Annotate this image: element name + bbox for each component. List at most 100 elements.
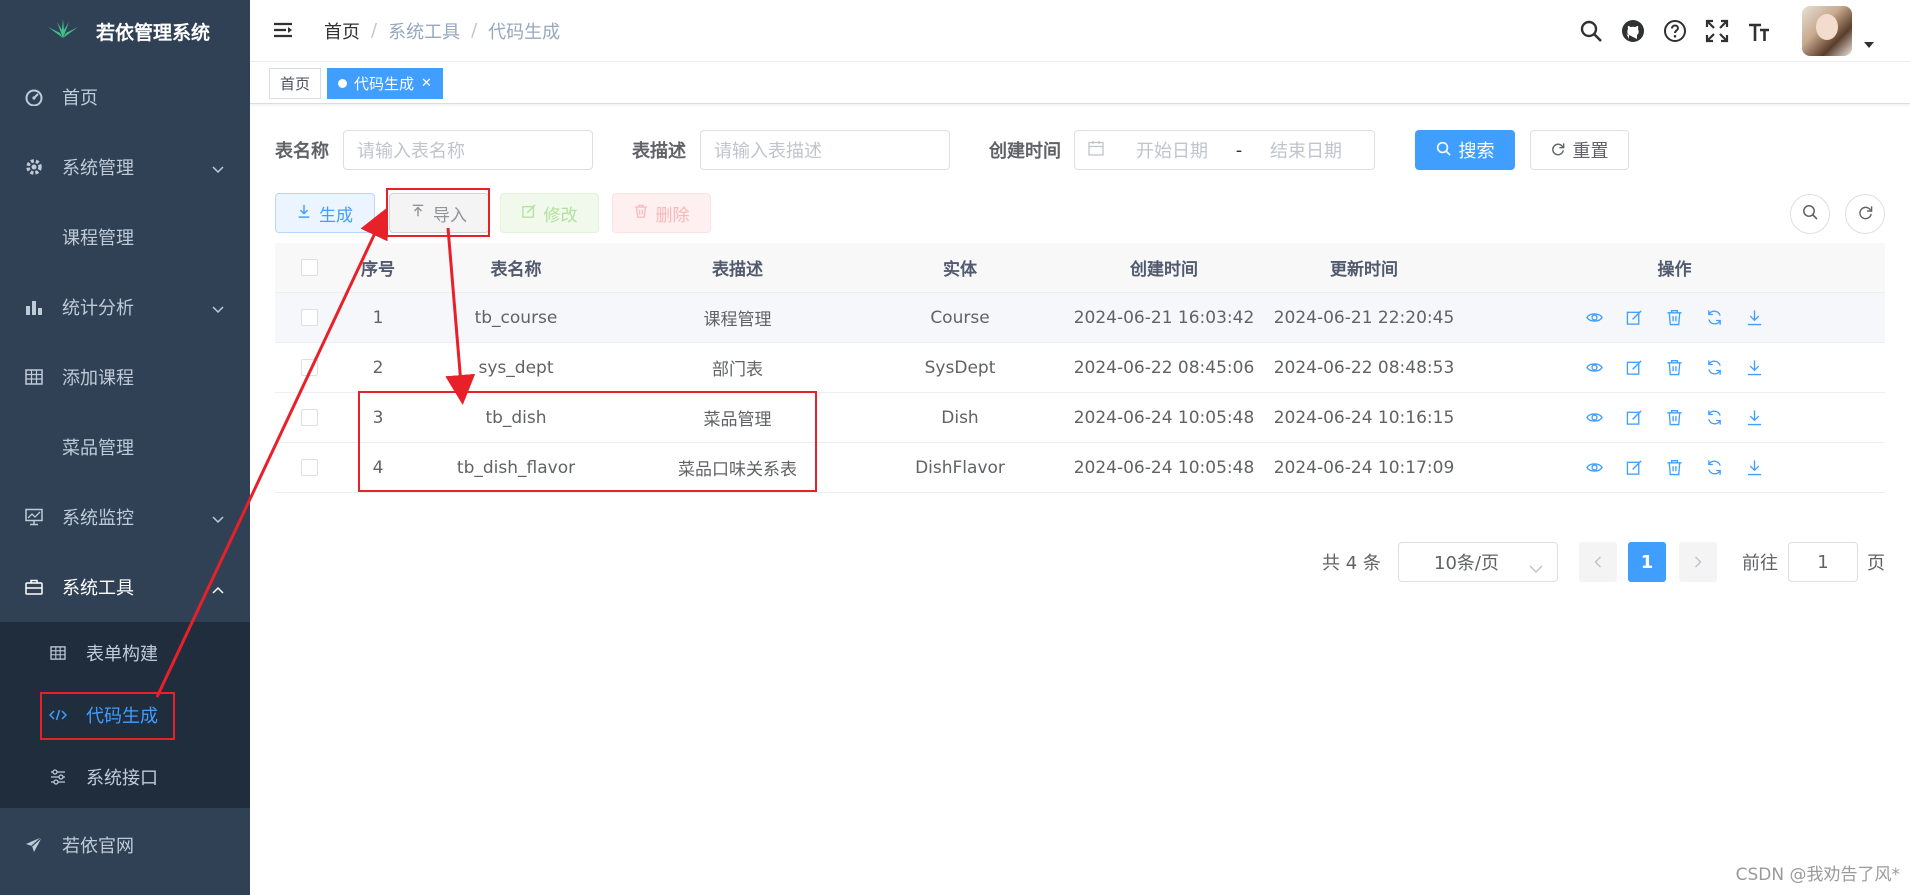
row-checkbox[interactable] xyxy=(300,309,318,326)
sliders-icon xyxy=(48,767,68,787)
download-icon[interactable] xyxy=(1746,309,1763,326)
tag-label: 首页 xyxy=(280,75,311,93)
sidebar-item-statistics[interactable]: 统计分析 xyxy=(0,272,250,342)
goto-page-input[interactable]: 1 xyxy=(1788,542,1858,582)
trash-icon[interactable] xyxy=(1666,359,1683,376)
table-name-input[interactable]: 请输入表名称 xyxy=(343,130,593,170)
active-dot-icon xyxy=(338,79,347,88)
download-icon[interactable] xyxy=(1746,459,1763,476)
edit-icon[interactable] xyxy=(1626,409,1643,426)
goto-page-value: 1 xyxy=(1817,551,1829,573)
download-icon[interactable] xyxy=(1746,359,1763,376)
row-actions xyxy=(1464,309,1885,326)
pagination-total: 共 4 条 xyxy=(1322,553,1381,574)
sync-icon[interactable] xyxy=(1706,359,1723,376)
create-time-label: 创建时间 xyxy=(989,141,1061,162)
chevron-down-icon xyxy=(212,508,224,529)
edit-button[interactable]: 修改 xyxy=(500,193,599,233)
trash-icon[interactable] xyxy=(1666,409,1683,426)
column-header: 实体 xyxy=(943,260,977,280)
sidebar-item-home[interactable]: 首页 xyxy=(0,62,250,132)
edit-icon[interactable] xyxy=(1626,309,1643,326)
row-checkbox[interactable] xyxy=(300,459,318,476)
preview-eye-icon[interactable] xyxy=(1586,359,1603,376)
row-entity: Course xyxy=(930,307,990,328)
fullscreen-icon[interactable] xyxy=(1704,18,1730,44)
help-icon[interactable] xyxy=(1662,18,1688,44)
page-number-current[interactable]: 1 xyxy=(1628,542,1666,582)
trash-icon xyxy=(634,203,648,223)
annotation-box-imported-rows xyxy=(358,391,817,492)
sidebar-item-official-site[interactable]: 若依官网 xyxy=(0,810,250,880)
sync-icon[interactable] xyxy=(1706,309,1723,326)
sync-icon[interactable] xyxy=(1706,459,1723,476)
sidebar-item-label: 系统监控 xyxy=(62,508,134,529)
select-all-checkbox[interactable] xyxy=(300,259,318,276)
page-size-value: 10条/页 xyxy=(1434,553,1499,574)
generate-button[interactable]: 生成 xyxy=(275,193,375,233)
page-size-select[interactable]: 10条/页 xyxy=(1398,542,1558,582)
sidebar-item-system-api[interactable]: 系统接口 xyxy=(0,746,250,808)
trash-icon[interactable] xyxy=(1666,309,1683,326)
preview-eye-icon[interactable] xyxy=(1586,409,1603,426)
edit-icon[interactable] xyxy=(1626,359,1643,376)
row-entity: Dish xyxy=(941,407,979,428)
sidebar-item-dish-management[interactable]: 菜品管理 xyxy=(0,412,250,482)
breadcrumb-home[interactable]: 首页 xyxy=(324,18,360,44)
delete-button[interactable]: 删除 xyxy=(612,193,711,233)
tag-code-generator[interactable]: 代码生成 ✕ xyxy=(327,68,443,99)
hamburger-icon[interactable] xyxy=(272,19,296,43)
sidebar-item-system-tools[interactable]: 系统工具 xyxy=(0,552,250,622)
search-icon[interactable] xyxy=(1578,18,1604,44)
row-select-cell xyxy=(275,459,343,476)
sync-icon[interactable] xyxy=(1706,409,1723,426)
sidebar-item-system-management[interactable]: 系统管理 xyxy=(0,132,250,202)
close-icon[interactable]: ✕ xyxy=(421,76,432,91)
preview-eye-icon[interactable] xyxy=(1586,309,1603,326)
annotation-box-code-generator xyxy=(40,692,175,740)
paper-plane-icon xyxy=(24,835,44,855)
avatar[interactable] xyxy=(1802,6,1852,56)
reset-button[interactable]: 重置 xyxy=(1530,130,1629,170)
github-icon[interactable] xyxy=(1620,18,1646,44)
row-update-time: 2024-06-24 10:16:15 xyxy=(1273,407,1455,428)
sidebar: 若依管理系统 首页 系统管理 课程管理 统计分析 添加课程 菜品管理 系统监控 … xyxy=(0,0,250,895)
table-desc-input[interactable]: 请输入表描述 xyxy=(700,130,950,170)
row-checkbox[interactable] xyxy=(300,409,318,426)
search-button-label: 搜索 xyxy=(1458,141,1495,162)
sidebar-item-system-monitor[interactable]: 系统监控 xyxy=(0,482,250,552)
sidebar-item-label: 首页 xyxy=(62,88,98,109)
row-entity: SysDept xyxy=(924,357,996,378)
search-button[interactable]: 搜索 xyxy=(1415,130,1515,170)
refresh-table-button[interactable] xyxy=(1845,194,1885,234)
create-time-range-picker[interactable]: 开始日期 - 结束日期 xyxy=(1074,130,1375,170)
preview-eye-icon[interactable] xyxy=(1586,459,1603,476)
download-icon xyxy=(297,203,311,223)
tag-home[interactable]: 首页 xyxy=(269,68,322,99)
sidebar-item-add-course[interactable]: 添加课程 xyxy=(0,342,250,412)
app-title: 若依管理系统 xyxy=(96,21,211,44)
toggle-search-button[interactable] xyxy=(1790,194,1830,234)
download-icon[interactable] xyxy=(1746,409,1763,426)
sidebar-item-form-builder[interactable]: 表单构建 xyxy=(0,622,250,684)
edit-icon[interactable] xyxy=(1626,459,1643,476)
start-date-input[interactable]: 开始日期 xyxy=(1122,137,1222,163)
row-actions xyxy=(1464,359,1885,376)
sidebar-logo[interactable]: 若依管理系统 xyxy=(0,0,250,62)
row-table-desc: 课程管理 xyxy=(703,310,772,330)
logo-icon xyxy=(46,18,80,45)
prev-page-button[interactable] xyxy=(1579,542,1617,582)
row-checkbox[interactable] xyxy=(300,359,318,376)
sidebar-item-label: 系统工具 xyxy=(62,578,134,599)
caret-down-icon[interactable] xyxy=(1864,32,1874,53)
trash-icon[interactable] xyxy=(1666,459,1683,476)
generate-button-label: 生成 xyxy=(319,205,353,226)
next-page-button[interactable] xyxy=(1679,542,1717,582)
end-date-input[interactable]: 结束日期 xyxy=(1256,137,1356,163)
font-size-icon[interactable] xyxy=(1746,18,1772,44)
sidebar-item-course-management[interactable]: 课程管理 xyxy=(0,202,250,272)
dashboard-icon xyxy=(24,87,44,107)
toolbox-icon xyxy=(24,577,44,597)
chevron-up-icon xyxy=(212,578,224,599)
column-header: 表名称 xyxy=(490,260,542,280)
